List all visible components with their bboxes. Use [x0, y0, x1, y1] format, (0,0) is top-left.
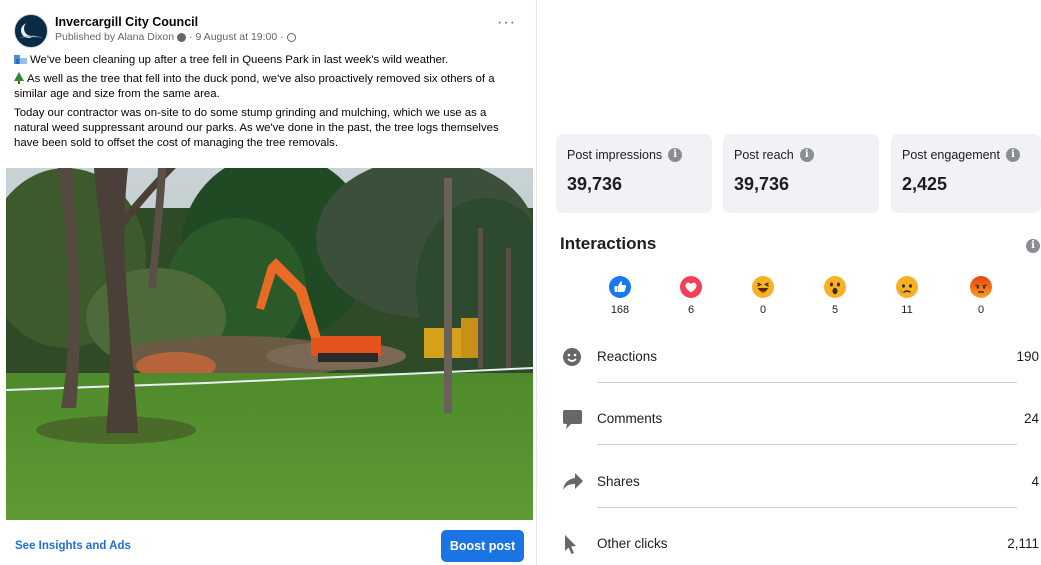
divider	[597, 382, 1017, 383]
metric-label: Shares	[597, 474, 640, 489]
reaction-wow: 5	[815, 276, 855, 316]
smiley-icon	[563, 348, 581, 366]
stat-label: Post engagement	[902, 148, 1000, 162]
metric-row-shares: Shares 4	[562, 464, 1039, 504]
post-date[interactable]: · 9 August at 19:00 ·	[189, 31, 284, 43]
park-tree-removal-photo	[6, 168, 533, 520]
metric-row-reactions: Reactions 190	[562, 339, 1039, 379]
tree-fallen-emoji-icon	[14, 55, 27, 64]
stat-card-impressions: Post impressions i 39,736	[556, 134, 712, 213]
post-header: Invercargill City Council Published by A…	[14, 12, 524, 48]
metric-label: Reactions	[597, 349, 658, 364]
metric-label: Comments	[597, 411, 663, 426]
page-avatar[interactable]	[14, 14, 48, 48]
see-insights-link[interactable]: See Insights and Ads	[15, 540, 131, 552]
stat-value: 39,736	[734, 174, 790, 194]
wow-icon	[824, 276, 846, 298]
interactions-title: Interactions	[560, 234, 657, 253]
metric-row-comments: Comments 24	[562, 401, 1039, 441]
info-icon[interactable]: i	[668, 148, 683, 162]
post-photo[interactable]	[6, 168, 533, 520]
reaction-like: 168	[600, 276, 640, 316]
metric-value: 190	[1016, 349, 1039, 364]
reaction-count: 5	[831, 304, 839, 316]
post-byline: Published by Alana Dixon · 9 August at 1…	[55, 31, 296, 43]
stat-card-reach: Post reach i 39,736	[723, 134, 879, 213]
stat-value: 2,425	[902, 174, 948, 194]
post-paragraph: As well as the tree that fell into the d…	[14, 72, 495, 100]
share-icon	[563, 473, 583, 490]
reaction-count: 6	[687, 304, 695, 316]
boost-post-button[interactable]: Boost post	[441, 530, 524, 562]
published-by: Published by Alana Dixon	[55, 31, 175, 43]
love-icon	[680, 276, 702, 298]
sad-icon	[896, 276, 918, 298]
post-card: Invercargill City Council Published by A…	[0, 0, 537, 565]
info-icon[interactable]: i	[1006, 148, 1020, 162]
angry-icon	[970, 276, 992, 298]
stat-label: Post impressions	[567, 148, 663, 162]
reaction-count: 0	[759, 304, 767, 316]
info-icon[interactable]: i	[799, 148, 814, 162]
stat-value: 39,736	[567, 174, 623, 194]
like-icon	[609, 276, 631, 298]
divider	[597, 444, 1017, 445]
evergreen-tree-emoji-icon	[14, 72, 24, 84]
post-text: We've been cleaning up after a tree fell…	[14, 53, 524, 155]
metric-value: 2,111	[1007, 536, 1039, 551]
moon-logo-icon	[24, 21, 39, 36]
comment-icon	[563, 410, 582, 429]
post-paragraph: We've been cleaning up after a tree fell…	[14, 53, 524, 68]
reaction-sad: 11	[887, 276, 927, 316]
reaction-count: 168	[610, 304, 630, 316]
reaction-haha: 0	[743, 276, 783, 316]
reaction-angry: 0	[961, 276, 1001, 316]
reaction-love: 6	[671, 276, 711, 316]
publisher-info-icon[interactable]	[177, 32, 187, 42]
wave-logo-icon	[20, 36, 42, 40]
post-paragraph: Today our contractor was on-site to do s…	[14, 107, 499, 149]
more-options-icon[interactable]: ···	[497, 15, 516, 31]
stat-card-engagement: Post engagement i 2,425	[891, 134, 1041, 213]
globe-icon	[286, 32, 296, 42]
reaction-count: 11	[901, 304, 913, 316]
metric-value: 24	[1023, 411, 1039, 426]
metric-row-other-clicks: Other clicks 2,111	[562, 526, 1039, 565]
info-icon[interactable]: i	[1026, 239, 1040, 253]
reaction-count: 0	[977, 304, 985, 316]
cursor-icon	[565, 535, 576, 554]
divider	[597, 507, 1017, 508]
stat-label: Post reach	[734, 148, 794, 162]
metric-label: Other clicks	[597, 536, 668, 551]
metric-value: 4	[1031, 474, 1039, 489]
haha-icon	[752, 276, 774, 298]
page-name[interactable]: Invercargill City Council	[55, 15, 198, 29]
